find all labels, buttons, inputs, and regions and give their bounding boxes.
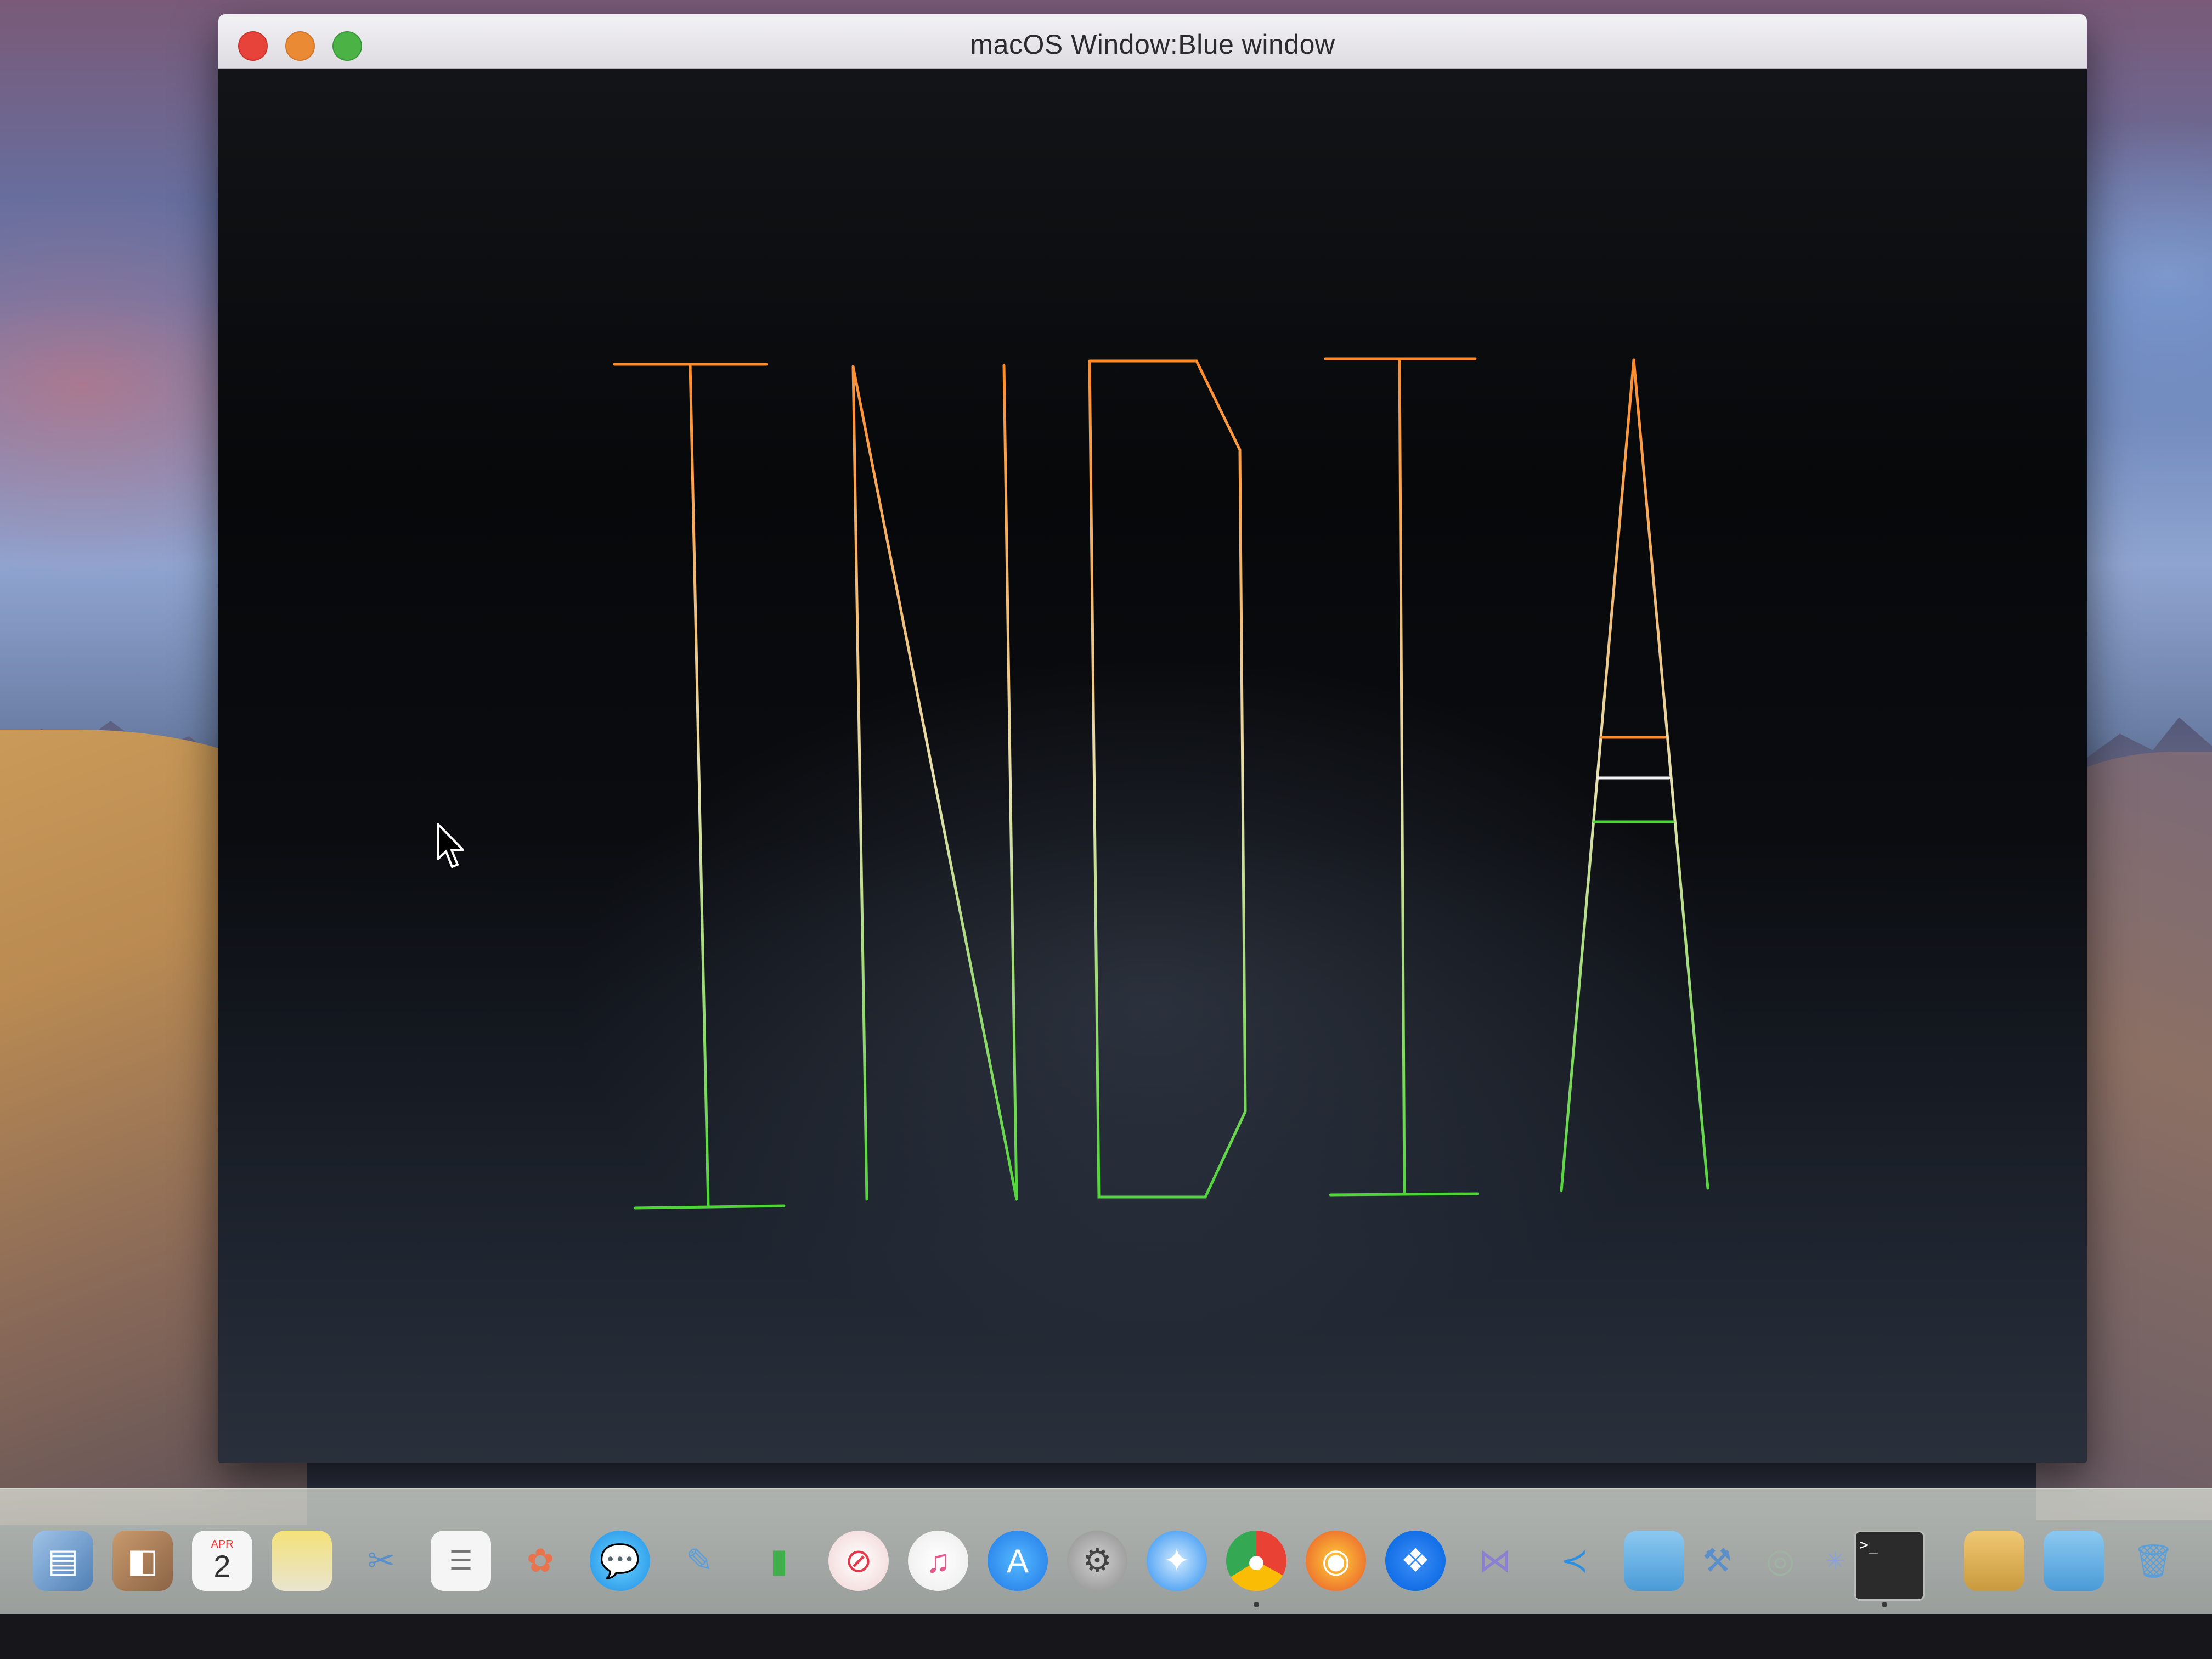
letter-A [1560,358,1709,1192]
chrome-icon[interactable]: ● [1226,1531,1286,1591]
terminal-running-indicator [1882,1602,1887,1607]
xcode-icon[interactable]: ⚒ [1687,1531,1747,1591]
numbers-icon[interactable]: ▮ [749,1531,809,1591]
folder-stack-icon[interactable] [2044,1531,2104,1591]
vscode-icon[interactable]: ≺ [1544,1531,1605,1591]
letter-I-second [1324,357,1479,1197]
safari-icon[interactable]: ✦ [1147,1531,1207,1591]
visual-studio-icon[interactable]: ⋈ [1465,1531,1525,1591]
instruments-icon[interactable]: ◎ [1750,1531,1810,1591]
trash-icon[interactable]: 🗑 [2123,1531,2183,1591]
folder-icon[interactable] [1624,1531,1684,1591]
downloads-stack-icon[interactable] [1964,1531,2024,1591]
firefox-icon[interactable]: ◉ [1306,1531,1366,1591]
letter-I-first [613,363,786,1210]
reminders-icon[interactable]: ☰ [431,1531,491,1591]
screen-bezel [0,1614,2212,1659]
letter-D [1088,359,1247,1199]
feedback-icon[interactable]: ✎ [669,1531,730,1591]
app-window: macOS Window:Blue window [218,14,2087,1463]
photos-icon[interactable]: ✿ [510,1531,571,1591]
music-icon[interactable]: ♫ [908,1531,968,1591]
scissors-utility-icon[interactable]: ✂ [351,1531,411,1591]
contacts-icon[interactable]: ◧ [112,1531,173,1591]
preview-icon[interactable]: ▤ [33,1531,93,1591]
messages-icon[interactable]: 💬 [590,1531,650,1591]
terminal-icon[interactable]: >_ [1854,1531,1925,1601]
news-icon[interactable]: ⊘ [828,1531,889,1591]
calendar-day: 2 [213,1549,231,1583]
letter-N [851,364,1018,1201]
opengl-canvas[interactable] [218,69,2087,1463]
dropbox-icon[interactable]: ❖ [1385,1531,1446,1591]
window-title: macOS Window:Blue window [970,29,1335,60]
chrome-running-indicator [1254,1602,1259,1607]
notes-icon[interactable] [272,1531,332,1591]
window-titlebar[interactable]: macOS Window:Blue window [218,14,2087,69]
calendar-icon[interactable]: APR 2 [192,1531,252,1591]
app-store-icon[interactable]: A [988,1531,1048,1591]
mouse-cursor-icon [437,823,464,868]
system-preferences-icon[interactable]: ⚙ [1067,1531,1127,1591]
india-drawing [613,357,1709,1210]
calendar-month: APR [211,1538,234,1550]
